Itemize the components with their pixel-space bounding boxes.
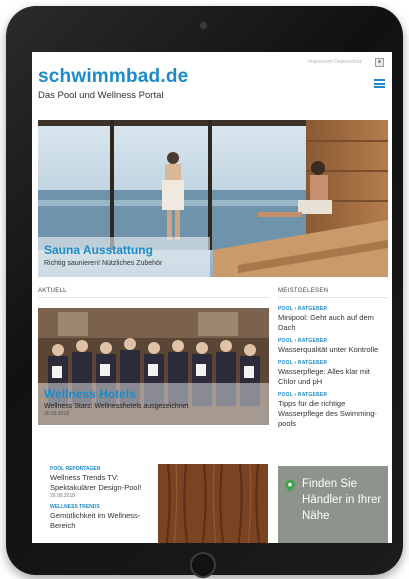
list-item-date: 26.09.2018 [50,493,76,499]
feature-caption: Wellness Hotels Wellness Stars: Wellness… [38,383,269,425]
list-item[interactable]: WELLNESS TRENDS Gemütlichkeit im Wellnes… [50,504,150,531]
site-logo[interactable]: schwimmbad.de [38,66,188,88]
list-item[interactable]: POOL › RATGEBER Wasserqualität unter Kon… [278,338,386,355]
hero-title[interactable]: Sauna Ausstattung [44,243,204,257]
tablet-device: schwimmbad.de Das Pool und Wellness Port… [6,6,403,578]
list-item-title[interactable]: Gemütlichkeit im Wellness-Bereich [50,511,150,531]
feature-date: 26.09.2018 [44,411,70,417]
user-icon[interactable] [375,58,384,67]
wood-texture-image[interactable] [158,464,268,543]
list-item[interactable]: POOL › RATGEBER Minipool: Geht auch auf … [278,306,386,333]
feature-card[interactable]: Wellness Hotels Wellness Stars: Wellness… [38,308,269,425]
list-item-title[interactable]: Wasserpflege: Alles klar mit Chlor und p… [278,367,386,387]
list-item-title[interactable]: Tipps für die richtige Wasserpflege des … [278,399,386,429]
list-item[interactable]: POOL REPORTAGEN Wellness Trends TV: Spek… [50,466,150,499]
list-item[interactable]: POOL › RATGEBER Wasserpflege: Alles klar… [278,360,386,387]
wood-image [158,464,268,543]
hero-subtitle: Richtig saunieren! Nützliches Zubehör [44,260,163,267]
section-divider-most-read [278,297,388,298]
list-item-category: POOL REPORTAGEN [50,466,101,472]
list-item-category: POOL › RATGEBER [278,338,328,344]
section-label-current: AKTUELL [38,288,67,294]
hero-caption: Sauna Ausstattung Richtig saunieren! Nüt… [38,237,210,277]
site-header: schwimmbad.de Das Pool und Wellness Port… [32,52,392,112]
list-item-title[interactable]: Wasserqualität unter Kontrolle [278,345,386,355]
hero-banner[interactable]: Sauna Ausstattung Richtig saunieren! Nüt… [38,120,388,277]
list-item-category: POOL › RATGEBER [278,360,328,366]
map-pin-icon [285,480,295,492]
list-item-title[interactable]: Wellness Trends TV: Spektakulärer Design… [50,473,150,493]
section-label-most-read: MEISTGELESEN [278,288,329,294]
list-item[interactable]: POOL › RATGEBER Tipps für die richtige W… [278,392,386,429]
most-read-list: POOL › RATGEBER Minipool: Geht auch auf … [278,306,386,434]
list-item-title[interactable]: Minipool: Geht auch auf dem Dach [278,313,386,333]
screen: schwimmbad.de Das Pool und Wellness Port… [32,52,392,543]
site-tagline: Das Pool und Wellness Portal [38,90,164,101]
dealer-finder-text[interactable]: Finden Sie Händler in Ihrer Nähe [302,476,386,524]
camera [200,22,207,29]
feature-subtitle: Wellness Stars: Wellnesshotels ausgezeic… [44,403,189,410]
section-divider-current [38,297,269,298]
mini-article-list: POOL REPORTAGEN Wellness Trends TV: Spek… [50,466,150,536]
list-item-category: POOL › RATGEBER [278,306,328,312]
hamburger-menu-icon[interactable] [374,79,385,88]
list-item-category: WELLNESS TRENDS [50,504,100,510]
header-meta-links[interactable]: Impressum Datenschutz [308,59,362,65]
home-button[interactable] [190,552,216,578]
list-item-category: POOL › RATGEBER [278,392,328,398]
dealer-finder-box[interactable]: Finden Sie Händler in Ihrer Nähe [278,466,388,543]
feature-title[interactable]: Wellness Hotels [44,387,263,401]
